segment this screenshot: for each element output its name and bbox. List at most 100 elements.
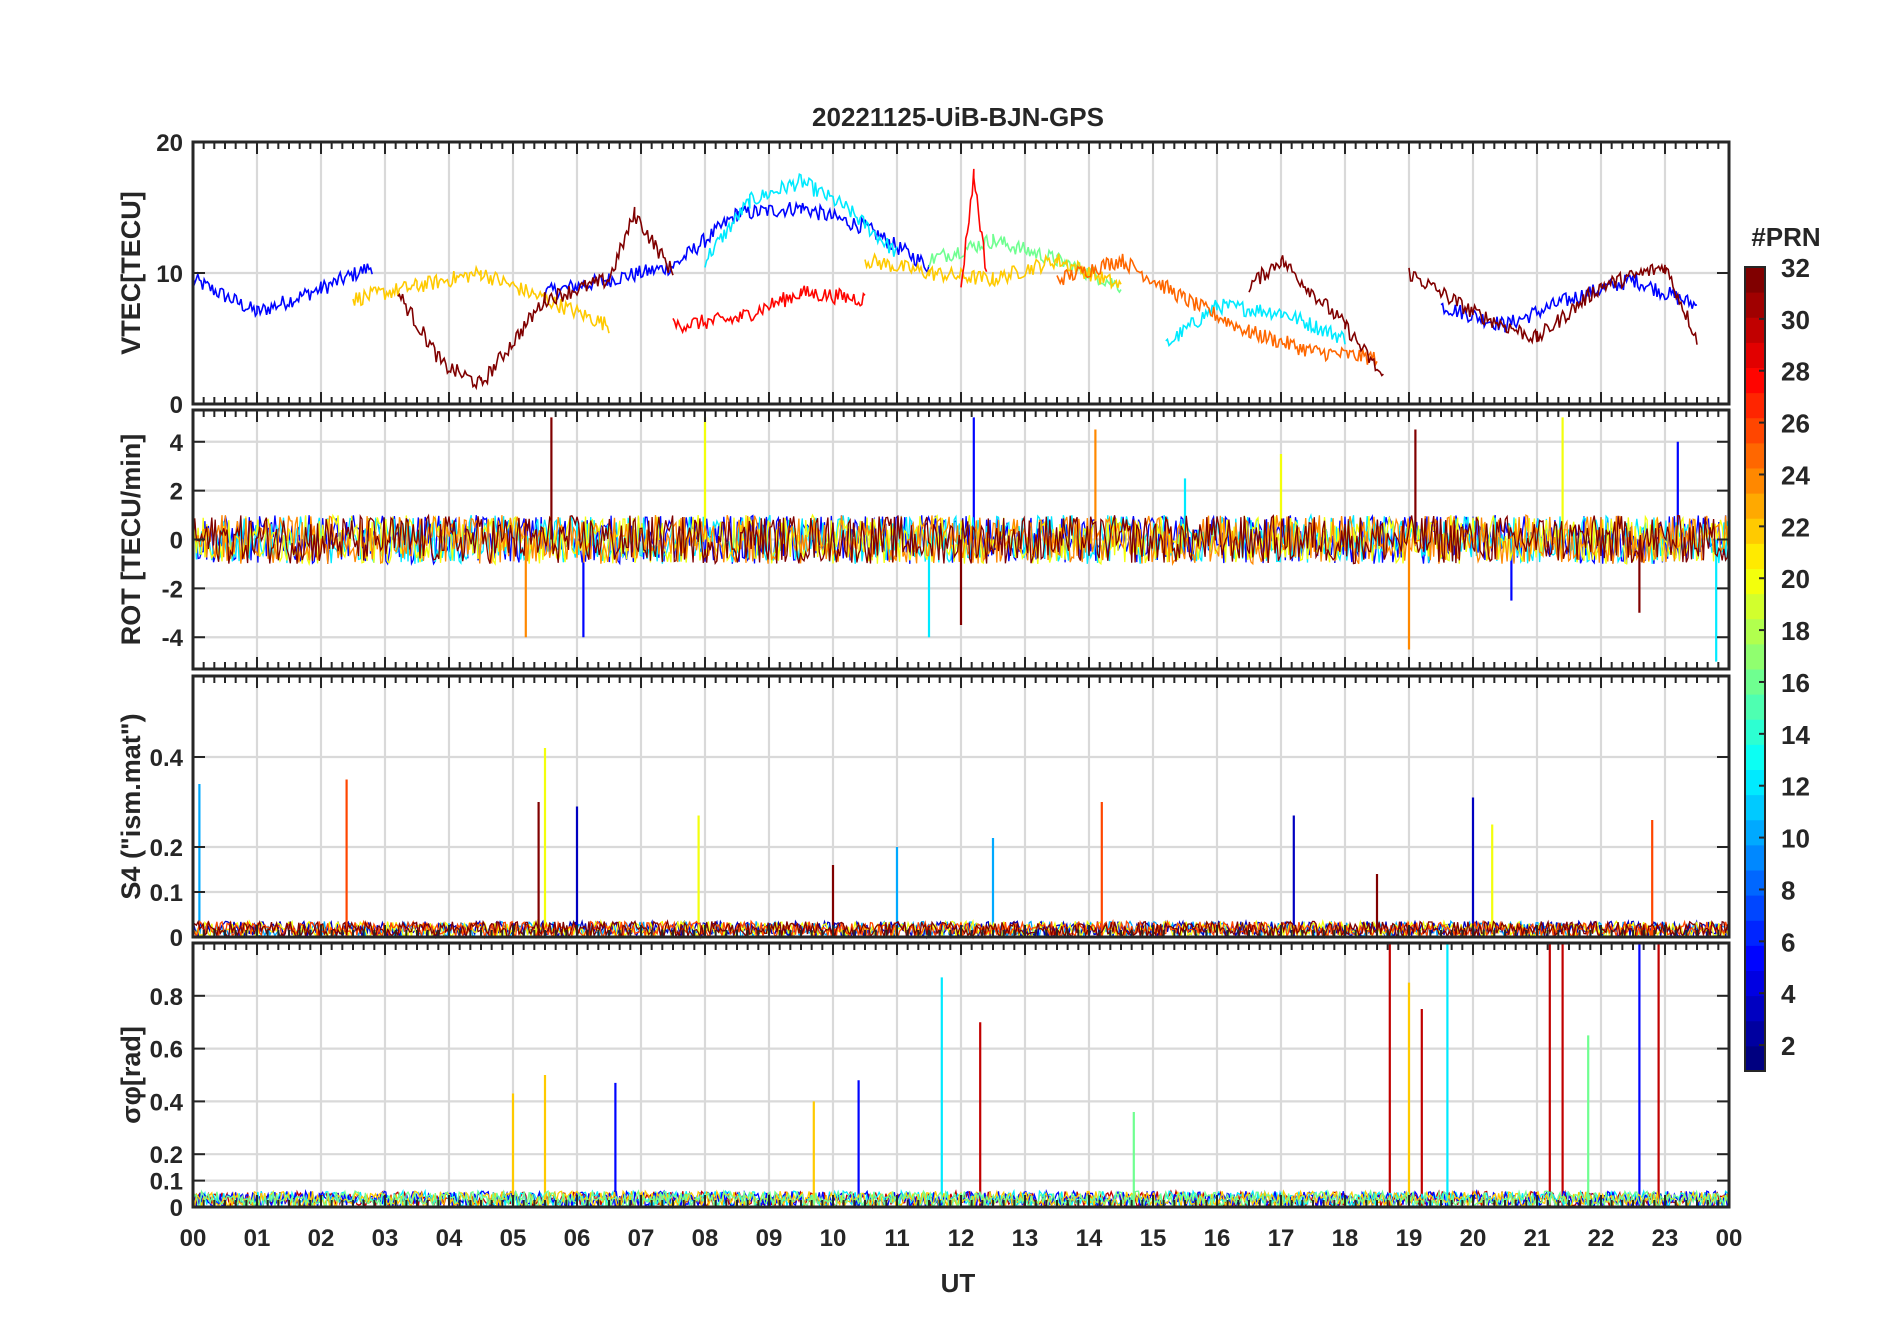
x-tick-label: 10 (820, 1225, 847, 1252)
colorbar-title: #PRN (1751, 222, 1820, 252)
y-tick-label: 0.6 (150, 1037, 183, 1064)
colorbar-tick-label: 18 (1781, 616, 1810, 646)
x-tick-label: 09 (756, 1225, 783, 1252)
x-tick-label: 14 (1076, 1225, 1103, 1252)
colorbar-swatch (1745, 1020, 1765, 1047)
y-tick-label: 0.1 (150, 1169, 183, 1196)
series-line-prn-12 (704, 172, 898, 268)
colorbar-tick-label: 16 (1781, 668, 1810, 698)
colorbar-swatch (1745, 493, 1765, 519)
colorbar-tick-label: 28 (1781, 357, 1810, 387)
colorbar-swatch (1745, 844, 1765, 871)
y-tick-label: 0.4 (150, 1089, 184, 1116)
y-tick-label: 0.2 (150, 1142, 183, 1169)
colorbar: 2468101214161820222426283032 (1744, 253, 1810, 1072)
colorbar-tick-label: 22 (1781, 512, 1810, 542)
y-tick-label: 0 (170, 528, 183, 555)
x-tick-label: 00 (1716, 1225, 1743, 1252)
colorbar-swatch (1745, 618, 1765, 645)
series-line-prn-32 (397, 206, 674, 391)
series-line-prn-12 (1165, 298, 1346, 347)
series-line-prn-32 (1408, 262, 1698, 345)
colorbar-swatch (1745, 568, 1765, 595)
colorbar-swatch (1745, 1045, 1765, 1072)
x-tick-label: 19 (1396, 1225, 1423, 1252)
colorbar-tick-label: 14 (1781, 720, 1810, 750)
x-tick-label: 04 (436, 1225, 463, 1252)
x-tick-label: 03 (372, 1225, 399, 1252)
x-tick-label: 02 (308, 1225, 335, 1252)
y-tick-label: 0.2 (150, 835, 183, 862)
colorbar-tick-label: 4 (1781, 979, 1796, 1009)
colorbar-swatch (1745, 593, 1765, 620)
colorbar-tick-label: 12 (1781, 772, 1810, 802)
y-axis-label: S4 ("ism.mat") (116, 713, 146, 899)
colorbar-tick-label: 10 (1781, 824, 1810, 854)
y-tick-label: 0 (170, 1195, 183, 1222)
x-tick-label: 00 (180, 1225, 207, 1252)
colorbar-swatch (1745, 769, 1765, 796)
series-line-prn-22 (352, 264, 610, 334)
colorbar-swatch (1745, 317, 1765, 343)
colorbar-swatch (1745, 694, 1765, 720)
x-tick-label: 13 (1012, 1225, 1039, 1252)
x-axis-label: UT (941, 1268, 976, 1298)
x-tick-label: 08 (692, 1225, 719, 1252)
colorbar-swatch (1745, 643, 1765, 670)
x-tick-label: 05 (500, 1225, 527, 1252)
colorbar-swatch (1745, 518, 1765, 544)
y-axis-label: ROT [TECU/min] (116, 434, 146, 645)
colorbar-swatch (1745, 719, 1765, 745)
x-tick-label: 01 (244, 1225, 271, 1252)
y-tick-label: 20 (156, 130, 183, 157)
y-tick-label: 0 (170, 925, 183, 952)
colorbar-swatch (1745, 292, 1765, 318)
y-tick-label: 2 (170, 479, 183, 506)
colorbar-tick-label: 26 (1781, 409, 1810, 439)
colorbar-tick-label: 32 (1781, 253, 1810, 283)
y-tick-label: 0.4 (150, 745, 184, 772)
x-tick-label: 16 (1204, 1225, 1231, 1252)
x-tick-label: 06 (564, 1225, 591, 1252)
x-tick-label: 17 (1268, 1225, 1295, 1252)
colorbar-swatch (1745, 442, 1765, 469)
x-tick-label: 21 (1524, 1225, 1551, 1252)
y-tick-label: 10 (156, 261, 183, 288)
y-tick-label: 0.8 (150, 984, 183, 1011)
x-tick-label: 12 (948, 1225, 975, 1252)
colorbar-tick-label: 20 (1781, 564, 1810, 594)
x-tick-label: 07 (628, 1225, 655, 1252)
colorbar-swatch (1745, 744, 1765, 770)
x-tick-label: 20 (1460, 1225, 1487, 1252)
x-tick-label: 22 (1588, 1225, 1615, 1252)
y-axis-label: σφ[rad] (116, 1026, 146, 1124)
y-axis-label: VTEC[TECU] (116, 191, 146, 355)
colorbar-tick-label: 6 (1781, 927, 1795, 957)
colorbar-swatch (1745, 895, 1765, 921)
colorbar-swatch (1745, 945, 1765, 971)
figure-title: 20221125-UiB-BJN-GPS (812, 102, 1104, 132)
y-tick-label: 0 (170, 392, 183, 419)
colorbar-swatch (1745, 342, 1765, 368)
x-tick-label: 18 (1332, 1225, 1359, 1252)
colorbar-tick-label: 30 (1781, 305, 1810, 335)
y-tick-label: -4 (162, 625, 184, 652)
colorbar-swatch (1745, 995, 1765, 1022)
series-line-prn-28 (960, 168, 988, 288)
chart-svg: 20221125-UiB-BJN-GPS #PRN UT 01020VTEC[T… (116, 102, 1821, 1298)
y-tick-label: -2 (162, 576, 183, 603)
series-line-prn-5 (192, 263, 373, 318)
colorbar-swatch (1745, 417, 1765, 444)
x-tick-label: 15 (1140, 1225, 1167, 1252)
x-tick-label: 23 (1652, 1225, 1679, 1252)
colorbar-swatch (1745, 468, 1765, 494)
colorbar-swatch (1745, 794, 1765, 821)
x-tick-label: 11 (884, 1225, 909, 1252)
colorbar-swatch (1745, 870, 1765, 896)
colorbar-swatch (1745, 819, 1765, 846)
y-tick-label: 0.1 (150, 880, 183, 907)
colorbar-tick-label: 24 (1781, 460, 1810, 490)
y-tick-label: 4 (170, 430, 184, 457)
colorbar-swatch (1745, 267, 1765, 293)
colorbar-tick-label: 8 (1781, 875, 1795, 905)
